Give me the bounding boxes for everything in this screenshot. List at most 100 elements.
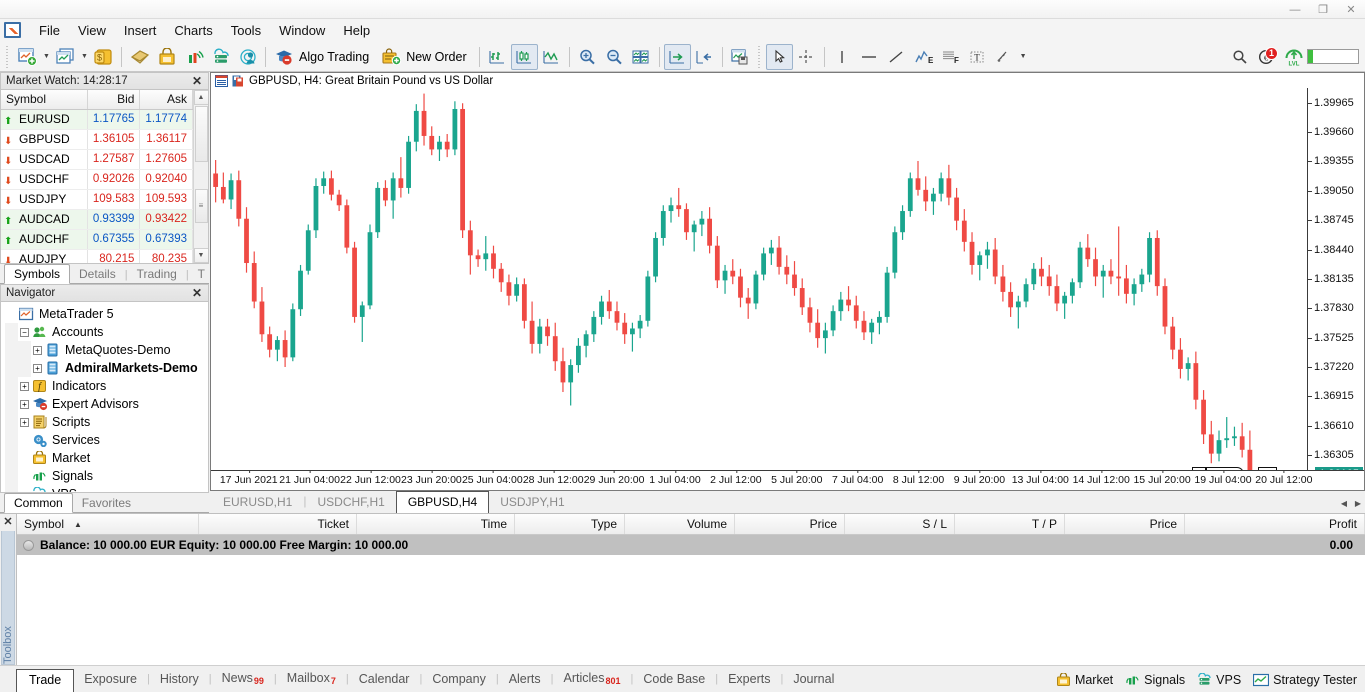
search-icon[interactable] [1226,44,1253,70]
nav-item-metaquotes-demo[interactable]: + MetaQuotes-Demo [5,341,208,359]
trade-column-price[interactable]: Price [735,514,845,534]
symbol-cell[interactable]: ⬆ EURUSD [1,109,88,130]
symbol-cell[interactable]: ⬇ GBPUSD [1,129,88,150]
new-chart-icon[interactable] [14,44,41,70]
column-ask[interactable]: Ask [139,90,193,110]
symbol-cell[interactable]: ⬇ USDCAD [1,149,88,170]
scroll-thumb[interactable] [194,106,208,162]
zoom-in-icon[interactable] [574,44,601,70]
new-order-button[interactable]: New Order [377,44,474,70]
status-tab-exposure[interactable]: Exposure [74,668,147,692]
scroll-down-icon[interactable]: ▼ [193,248,208,263]
signals-icon[interactable] [180,44,207,70]
trade-column-s-l[interactable]: S / L [845,514,955,534]
status-tab-calendar[interactable]: Calendar [349,668,420,692]
time-axis[interactable]: 17 Jun 2021 21 Jun 04:00 22 Jun 12:00 23 Ju… [211,470,1364,490]
chart-tab-eurusd-h1[interactable]: EURUSD,H1 [212,492,304,513]
scroll-up-icon[interactable]: ▲ [193,90,208,105]
expand-icon[interactable] [23,539,34,551]
column-bid[interactable]: Bid [87,90,141,110]
candlestick-icon[interactable] [510,43,538,70]
status-shortcut-vps[interactable]: VPS [1197,673,1241,687]
nav-item-admiralmarkets-demo[interactable]: + AdmiralMarkets-Demo [5,359,208,377]
nav-item-expert-advisors[interactable]: + Expert Advisors [5,395,208,413]
tree-toggle-plus-icon[interactable]: + [18,381,31,391]
horizontal-line-icon[interactable] [856,44,883,70]
vertical-line-icon[interactable] [829,44,856,70]
drawing-toolbar-grip[interactable] [756,45,763,68]
status-tab-company[interactable]: Company [422,668,496,692]
status-tab-journal[interactable]: Journal [783,668,844,692]
community-icon[interactable] [234,44,261,70]
line-chart-icon[interactable] [538,44,565,70]
tree-toggle-plus-icon[interactable]: + [31,345,44,355]
lvl-meter-icon[interactable]: LVL [1280,44,1307,70]
trade-column-profit[interactable]: Profit [1185,514,1365,534]
navigator-tab-common[interactable]: Common [4,493,73,513]
market-watch-tab-trading[interactable]: Trading [128,265,186,283]
navigator-tab-favorites[interactable]: Favorites [73,494,140,512]
status-shortcut-strategy-tester[interactable]: Strategy Tester [1253,673,1357,687]
toolbar-grip[interactable] [5,45,11,68]
status-tab-history[interactable]: History [150,668,209,692]
vps-icon[interactable] [207,44,234,70]
chart-data-window-icon[interactable] [215,74,228,87]
nav-item-services[interactable]: Services [5,431,208,449]
chart-tab-usdjpy-h1[interactable]: USDJPY,H1 [489,492,576,513]
history-center-icon[interactable] [126,44,153,70]
notifications-icon[interactable]: € 1 [1253,44,1280,70]
market-icon[interactable] [153,44,180,70]
market-watch-row[interactable]: ⬇ USDJPY 109.583 109.593 [1,189,193,210]
close-button[interactable]: ✕ [1337,0,1365,19]
symbol-cell[interactable]: ⬆ AUDCHF [1,229,88,250]
fibonacci-icon[interactable]: F [937,44,964,70]
chart-shift-icon[interactable] [691,44,718,70]
tree-toggle-minus-icon[interactable]: − [18,327,31,337]
menu-insert[interactable]: Insert [115,21,166,40]
minimize-button[interactable]: — [1281,0,1309,19]
auto-scroll-icon[interactable] [663,43,691,70]
market-book-icon[interactable]: $ [90,44,117,70]
column-symbol[interactable]: Symbol [1,90,88,110]
scroll-thumb-lower[interactable]: ≡ [194,188,208,223]
nav-item-accounts[interactable]: − Accounts [5,323,208,341]
maximize-button[interactable]: ❐ [1309,0,1337,19]
chart-save-icon[interactable] [232,75,245,87]
market-watch-row[interactable]: ⬇ AUDJPY 80.215 80.235 [1,249,193,263]
trade-column-price[interactable]: Price [1065,514,1185,534]
price-axis[interactable]: 1.36105 1.399651.396601.393551.390501.38… [1307,88,1364,482]
market-watch-row[interactable]: ⬆ AUDCHF 0.67355 0.67393 [1,229,193,250]
chart-profiles-dropdown-icon[interactable]: ▼ [79,44,90,70]
status-tab-articles[interactable]: Articles801 [554,667,631,692]
trade-column-ticket[interactable]: Ticket [199,514,357,534]
menu-file[interactable]: File [30,21,69,40]
market-watch-close-icon[interactable]: ✕ [189,74,205,88]
trade-column-type[interactable]: Type [515,514,625,534]
navigator-close-icon[interactable]: ✕ [189,286,205,300]
tile-windows-icon[interactable] [628,44,655,70]
menu-help[interactable]: Help [334,21,379,40]
toolbox-close-icon[interactable]: ✕ [3,514,12,531]
save-template-icon[interactable] [727,44,754,70]
new-chart-dropdown-icon[interactable]: ▼ [41,44,52,70]
market-watch-tab-symbols[interactable]: Symbols [4,264,71,284]
algo-trading-button[interactable]: Algo Trading [270,44,377,70]
zoom-out-icon[interactable] [601,44,628,70]
cursor-icon[interactable] [765,43,793,70]
trade-column-symbol[interactable]: Symbol ▲ [17,514,199,534]
balance-row[interactable]: Balance: 10 000.00 EUR Equity: 10 000.00… [17,535,1365,555]
nav-item-market[interactable]: Market [5,449,208,467]
symbol-cell[interactable]: ⬇ USDJPY [1,189,88,210]
text-label-icon[interactable]: T [964,44,991,70]
menu-window[interactable]: Window [270,21,334,40]
nav-item-vps[interactable]: VPS [5,485,208,492]
menu-tools[interactable]: Tools [222,21,270,40]
status-tab-mailbox[interactable]: Mailbox7 [277,667,346,692]
market-watch-row[interactable]: ⬇ USDCHF 0.92026 0.92040 [1,169,193,190]
trade-column-time[interactable]: Time [357,514,515,534]
chart-plot-area[interactable]: 1 18:30 15 [211,88,1307,470]
status-tab-alerts[interactable]: Alerts [499,668,551,692]
symbol-cell[interactable]: ⬇ AUDJPY [1,249,88,263]
status-tab-news[interactable]: News99 [212,667,274,692]
nav-item-signals[interactable]: Signals [5,467,208,485]
